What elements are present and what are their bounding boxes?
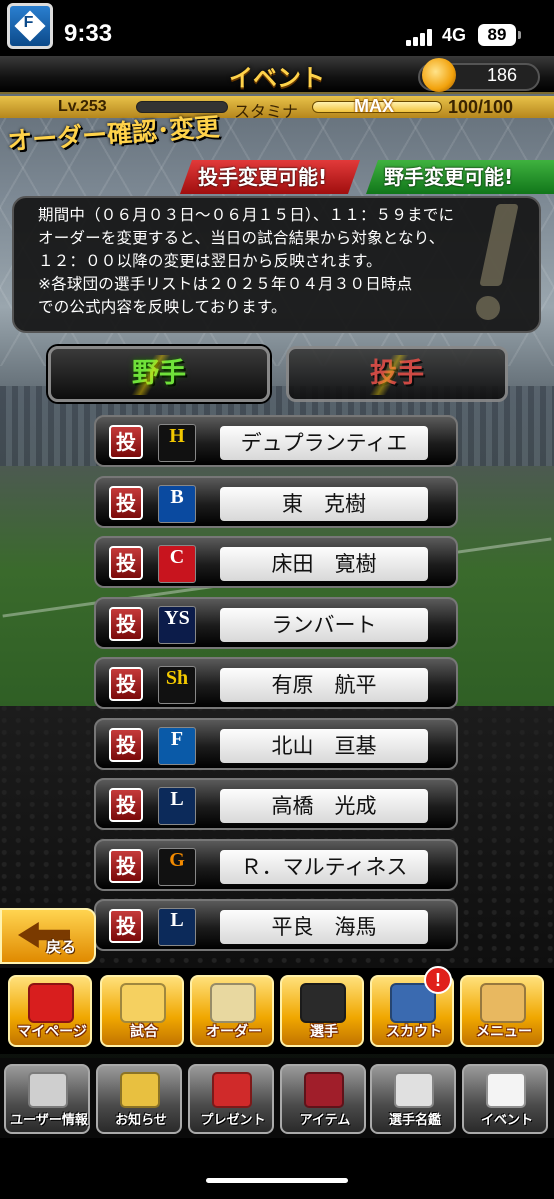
order-icon	[210, 983, 256, 1023]
main-nav-label: メニュー	[476, 1024, 532, 1040]
position-badge: 投	[109, 788, 143, 822]
sub-nav-news-button[interactable]: お知らせ	[96, 1064, 182, 1134]
mypage-icon	[28, 983, 74, 1023]
team-logo-icon: L	[158, 908, 196, 946]
team-logo-icon: L	[158, 787, 196, 825]
player-row[interactable]: 投 C 床田 寛樹	[94, 536, 458, 588]
player-name: 北山 亘基	[220, 728, 428, 763]
sub-nav-label: 選手名鑑	[388, 1113, 441, 1128]
position-badge: 投	[109, 727, 143, 762]
fielder-change-tag: 野手変更可能!	[366, 160, 554, 194]
player-row[interactable]: 投 G Ｒ．マルティネス	[94, 838, 458, 891]
stamina-label: スタミナ	[234, 102, 299, 121]
player-row[interactable]: 投 F 北山 亘基	[94, 717, 458, 770]
position-badge: 投	[109, 667, 143, 701]
sub-nav-label: ユーザー情報	[10, 1113, 88, 1128]
main-nav-label: 試合	[130, 1024, 158, 1040]
team-logo-icon: C	[158, 545, 196, 583]
position-badge: 投	[109, 485, 143, 520]
status-bar: 9:33 4G 89	[0, 0, 554, 56]
player-name: デュプランティエ	[220, 426, 428, 460]
team-logo-icon: H	[158, 424, 196, 462]
player-name: 床田 寛樹	[220, 547, 428, 581]
news-icon	[120, 1072, 160, 1108]
player-name: 東 克樹	[220, 486, 428, 521]
team-logo-icon: F	[14, 10, 46, 42]
player-row[interactable]: 投 L 高橋 光成	[94, 778, 458, 830]
main-nav-label: オーダー	[206, 1024, 262, 1040]
position-badge: 投	[109, 909, 143, 943]
notice-text: 期間中（０６月０３日〜０６月１５日）、１１：５９までに オーダーを変更すると、当…	[38, 206, 455, 316]
player-level: Lv.253	[58, 98, 107, 115]
item-icon	[304, 1072, 344, 1108]
position-badge: 投	[109, 848, 143, 883]
player-name: 高橋 光成	[220, 789, 428, 823]
position-badge: 投	[109, 425, 143, 459]
team-logo-icon: F	[158, 726, 196, 765]
main-nav-label: 選手	[310, 1024, 338, 1040]
sub-nav-label: プレゼント	[200, 1113, 266, 1128]
main-nav-game-button[interactable]: 試合	[100, 975, 184, 1047]
tab-pitcher[interactable]: 投手	[286, 346, 508, 402]
stamina-max-label: MAX	[354, 96, 394, 116]
pitcher-change-tag: 投手変更可能!	[180, 160, 360, 194]
team-logo-icon: Sh	[158, 666, 196, 704]
sub-nav-user-info-button[interactable]: ユーザー情報	[4, 1064, 90, 1134]
player-row[interactable]: 投B 東 克樹	[94, 475, 458, 528]
player-row[interactable]: 投 YS ランバート	[94, 596, 458, 649]
menu-icon	[480, 983, 526, 1023]
sub-nav-label: イベント	[480, 1113, 533, 1128]
event-icon	[486, 1072, 526, 1108]
player-name: Ｒ．マルティネス	[220, 849, 428, 884]
main-nav-order-button[interactable]: オーダー	[190, 975, 274, 1047]
network-type: 4G	[442, 25, 467, 45]
coin-count: 186	[486, 65, 518, 85]
team-badge-button[interactable]: F	[7, 3, 53, 49]
sub-nav-label: お知らせ	[115, 1113, 167, 1128]
tab-fielder[interactable]: 野手	[48, 346, 270, 402]
player-row[interactable]: 投 Sh 有原 航平	[94, 657, 458, 709]
coin-icon	[422, 58, 456, 92]
home-area	[0, 1138, 554, 1199]
scout-notification-badge: !	[424, 966, 452, 994]
team-logo-icon: G	[158, 847, 196, 886]
position-badge: 投	[109, 546, 143, 580]
sub-nav-player-directory-button[interactable]: 選手名鑑	[370, 1064, 456, 1134]
home-indicator[interactable]	[206, 1178, 348, 1183]
status-time: 9:33	[64, 20, 113, 47]
stamina-value: 100/100	[448, 97, 514, 117]
main-nav-player-button[interactable]: 選手	[280, 975, 364, 1047]
player-row[interactable]: 投 H デュプランティエ	[94, 415, 458, 467]
position-badge: 投	[109, 606, 143, 641]
main-nav-label: マイページ	[17, 1024, 87, 1040]
present-icon	[212, 1072, 252, 1108]
top-header: イベント 186	[0, 56, 554, 94]
player-row[interactable]: 投 L 平良 海馬	[94, 899, 458, 951]
battery-nub	[518, 31, 521, 39]
player-directory-icon	[394, 1072, 434, 1108]
sub-nav-event-button[interactable]: イベント	[462, 1064, 548, 1134]
sub-nav-item-button[interactable]: アイテム	[280, 1064, 366, 1134]
player-icon	[300, 983, 346, 1023]
main-nav-mypage-button[interactable]: マイページ	[8, 975, 92, 1047]
user-info-icon	[28, 1072, 68, 1108]
player-name: 有原 航平	[220, 668, 428, 702]
back-label: 戻る	[46, 938, 77, 956]
battery-icon: 89	[478, 24, 516, 46]
sub-nav-present-button[interactable]: プレゼント	[188, 1064, 274, 1134]
game-icon	[120, 983, 166, 1023]
team-logo-icon: YS	[158, 605, 196, 644]
main-nav-label: スカウト	[386, 1024, 442, 1040]
player-name: ランバート	[220, 607, 428, 642]
main-nav-menu-button[interactable]: メニュー	[460, 975, 544, 1047]
team-logo-icon: B	[158, 484, 196, 523]
signal-icon	[406, 29, 434, 46]
sub-nav-label: アイテム	[299, 1113, 351, 1128]
player-name: 平良 海馬	[220, 910, 428, 944]
